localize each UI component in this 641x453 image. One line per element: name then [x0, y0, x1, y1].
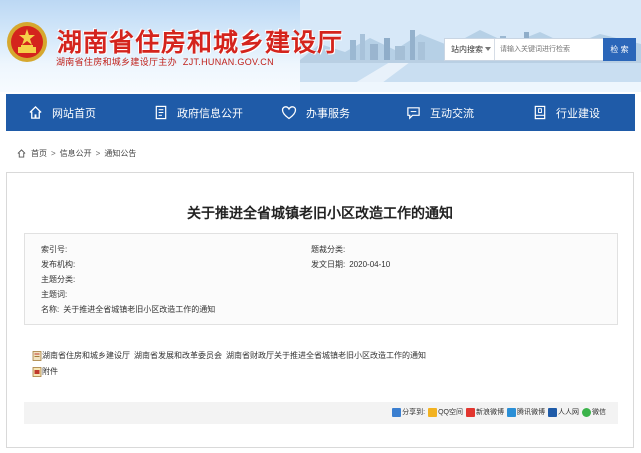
meta-label: 发布机构:	[41, 260, 76, 269]
breadcrumb-home-link[interactable]: 首页	[31, 148, 47, 159]
meta-label: 题裁分类:	[311, 245, 346, 254]
attachment-icon	[32, 366, 42, 377]
meta-value: 关于推进全省城镇老旧小区改造工作的通知	[63, 305, 216, 314]
nav-item-industry[interactable]: 行业建设	[533, 94, 600, 131]
site-title: 湖南省住房和城乡建设厅	[57, 29, 344, 57]
site-domain: ZJT.HUNAN.GOV.CN	[182, 57, 274, 67]
share-wechat-button[interactable]: 微信	[582, 407, 606, 417]
share-weibo-button[interactable]: 新浪微博	[466, 407, 504, 417]
meta-label: 名称:	[41, 305, 60, 314]
nav-item-home[interactable]: 网站首页	[28, 94, 96, 131]
nav-item-label: 互动交流	[430, 107, 474, 120]
nav-item-gov-info[interactable]: 政府信息公开	[154, 94, 243, 131]
search-button[interactable]: 检 索	[603, 38, 636, 61]
heart-icon	[281, 106, 297, 120]
site-organizer: 湖南省住房和城乡建设厅主办	[56, 57, 177, 67]
search-input[interactable]	[497, 41, 602, 57]
breadcrumb-separator: >	[95, 149, 101, 158]
home-icon	[29, 105, 42, 119]
tencent-weibo-icon	[507, 407, 516, 417]
breadcrumb-separator: >	[51, 149, 56, 158]
related-documents: 湖南省住房和城乡建设厅 湖南省发展和改革委员会 湖南省财政厅关于推进全省城镇老旧…	[32, 350, 426, 361]
related-link-finance[interactable]: 湖南省财政厅关于推进全省城镇老旧小区改造工作的通知	[226, 350, 426, 361]
article-meta-table: 索引号: 题裁分类: 发布机构: 发文日期: 2020-04-10 主题分类: 主…	[24, 233, 618, 325]
share-label: 分享到:	[392, 407, 425, 417]
qzone-icon	[428, 407, 438, 417]
building-icon	[534, 105, 546, 120]
meta-publisher: 发布机构:	[41, 259, 75, 270]
site-header: 湖南省住房和城乡建设厅 湖南省住房和城乡建设厅主办 ZJT.HUNAN.GOV.C…	[0, 0, 641, 92]
meta-topic: 主题分类:	[41, 274, 75, 285]
attachment-label[interactable]: 附件	[42, 366, 58, 377]
share-bar: 分享到: QQ空间 新浪微博 腾讯微博 人人网 微信	[24, 402, 618, 424]
document-icon	[155, 105, 167, 120]
share-tencent-weibo-button[interactable]: 腾讯微博	[507, 407, 545, 417]
chevron-down-icon	[485, 47, 491, 51]
search-scope-label: 站内搜索	[451, 45, 483, 54]
article-panel: 关于推进全省城镇老旧小区改造工作的通知 索引号: 题裁分类: 发布机构: 发文日…	[6, 172, 634, 448]
meta-label: 主题分类:	[41, 275, 76, 284]
meta-label: 主题词:	[41, 290, 68, 299]
attachment-row: 附件	[32, 366, 58, 377]
share-icon	[392, 407, 402, 417]
site-subtitle: 湖南省住房和城乡建设厅主办 ZJT.HUNAN.GOV.CN	[56, 55, 274, 68]
meta-index: 索引号:	[41, 244, 67, 255]
wechat-icon	[582, 407, 591, 417]
share-buttons: 分享到: QQ空间 新浪微博 腾讯微博 人人网 微信	[389, 407, 606, 417]
related-link-housing[interactable]: 湖南省住房和城乡建设厅	[42, 350, 130, 361]
article-title: 关于推进全省城镇老旧小区改造工作的通知	[187, 205, 453, 221]
nav-item-services[interactable]: 办事服务	[281, 94, 350, 131]
nav-item-label: 政府信息公开	[177, 107, 243, 120]
breadcrumb: 首页 > 信息公开 > 通知公告	[17, 148, 136, 159]
share-renren-button[interactable]: 人人网	[548, 407, 579, 417]
meta-label: 索引号:	[41, 245, 68, 254]
nav-item-label: 办事服务	[306, 107, 350, 120]
meta-name: 名称: 关于推进全省城镇老旧小区改造工作的通知	[41, 304, 215, 315]
meta-value: 2020-04-10	[349, 260, 391, 269]
document-icon	[32, 350, 42, 361]
main-nav: 网站首页 政府信息公开 办事服务 互动交流 行业建设	[6, 94, 635, 131]
renren-icon	[548, 407, 557, 417]
search-box: 站内搜索 检 索	[444, 38, 636, 61]
breadcrumb-notice-link[interactable]: 通知公告	[104, 148, 136, 159]
nav-item-label: 网站首页	[52, 107, 96, 120]
meta-keywords: 主题词:	[41, 289, 67, 300]
meta-date: 发文日期: 2020-04-10	[311, 259, 390, 270]
chat-icon	[407, 107, 420, 120]
nav-item-label: 行业建设	[556, 107, 600, 120]
weibo-icon	[466, 407, 475, 417]
share-qzone-button[interactable]: QQ空间	[428, 407, 463, 417]
related-link-development[interactable]: 湖南省发展和改革委员会	[134, 350, 222, 361]
nav-item-interaction[interactable]: 互动交流	[406, 94, 474, 131]
breadcrumb-info-link[interactable]: 信息公开	[60, 148, 92, 159]
meta-label: 发文日期:	[311, 260, 346, 269]
national-emblem-icon	[7, 22, 47, 62]
home-icon	[17, 149, 26, 158]
meta-category: 题裁分类:	[311, 244, 345, 255]
